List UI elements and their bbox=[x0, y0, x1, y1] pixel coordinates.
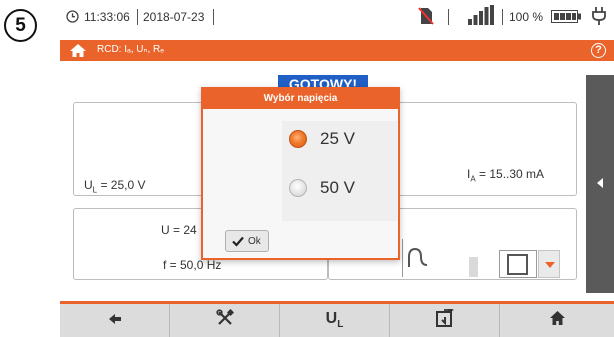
help-button[interactable]: ? bbox=[591, 43, 606, 58]
ok-label: Ok bbox=[248, 236, 261, 247]
ia-range-value: IA = 15..30 mA bbox=[467, 167, 545, 184]
home-icon[interactable] bbox=[69, 43, 87, 63]
header-bar: RCD: Iₐ, Uₙ, Rₑ ? bbox=[60, 40, 614, 61]
measurement-title: RCD: Iₐ, Uₙ, Rₑ bbox=[97, 44, 164, 55]
no-sim-icon bbox=[418, 7, 434, 28]
selector-arrow-button[interactable] bbox=[469, 257, 478, 277]
ok-button[interactable]: Ok bbox=[225, 230, 269, 252]
rcd-type-selector[interactable] bbox=[499, 250, 537, 278]
voltage-value: U = 24 bbox=[161, 223, 197, 237]
rcd-square-icon bbox=[507, 254, 528, 275]
status-divider bbox=[137, 9, 138, 25]
battery-icon bbox=[551, 10, 581, 26]
rcd-type-dropdown[interactable] bbox=[538, 250, 560, 278]
radio-unselected-icon bbox=[289, 179, 307, 197]
side-panel-tab[interactable] bbox=[586, 75, 614, 293]
battery-percent: 100 % bbox=[509, 10, 544, 24]
step-number-badge: 5 bbox=[4, 9, 37, 42]
frequency-value: f = 50,0 Hz bbox=[163, 258, 222, 272]
settings-tools-icon bbox=[215, 308, 234, 332]
dialog-title: Wybór napięcia bbox=[203, 89, 398, 109]
option-label: 25 V bbox=[320, 129, 355, 148]
status-divider bbox=[502, 9, 503, 25]
back-button[interactable] bbox=[60, 304, 170, 337]
clock-icon bbox=[66, 10, 79, 26]
save-memory-button[interactable] bbox=[390, 304, 500, 337]
option-50v[interactable]: 50 V bbox=[285, 175, 395, 201]
ul-select-button[interactable]: UL bbox=[280, 304, 390, 337]
radio-selected-icon bbox=[289, 130, 307, 148]
ul-value: UL = 25,0 V bbox=[84, 178, 146, 195]
status-time: 11:33:06 bbox=[84, 10, 130, 24]
home-icon bbox=[549, 310, 566, 331]
status-divider bbox=[213, 9, 214, 25]
option-label: 50 V bbox=[320, 178, 355, 197]
ul-icon: UL bbox=[325, 310, 344, 331]
back-arrow-icon bbox=[108, 312, 122, 330]
save-memory-icon bbox=[435, 307, 454, 332]
settings-button[interactable] bbox=[170, 304, 280, 337]
dropdown-arrow-icon bbox=[545, 262, 555, 268]
option-25v[interactable]: 25 V bbox=[285, 126, 395, 152]
settings-divider bbox=[402, 239, 403, 277]
status-divider bbox=[448, 9, 449, 25]
signal-strength-icon bbox=[468, 5, 494, 28]
status-bar: 11:33:06 2018-07-23 100 % bbox=[60, 0, 614, 40]
checkmark-icon bbox=[232, 236, 244, 250]
home-button[interactable] bbox=[500, 304, 614, 337]
status-date: 2018-07-23 bbox=[143, 10, 205, 24]
power-plug-icon bbox=[592, 6, 606, 29]
expand-left-arrow-icon bbox=[597, 178, 603, 188]
bottom-toolbar: UL bbox=[60, 301, 614, 337]
ac-waveform-icon[interactable] bbox=[408, 247, 436, 274]
